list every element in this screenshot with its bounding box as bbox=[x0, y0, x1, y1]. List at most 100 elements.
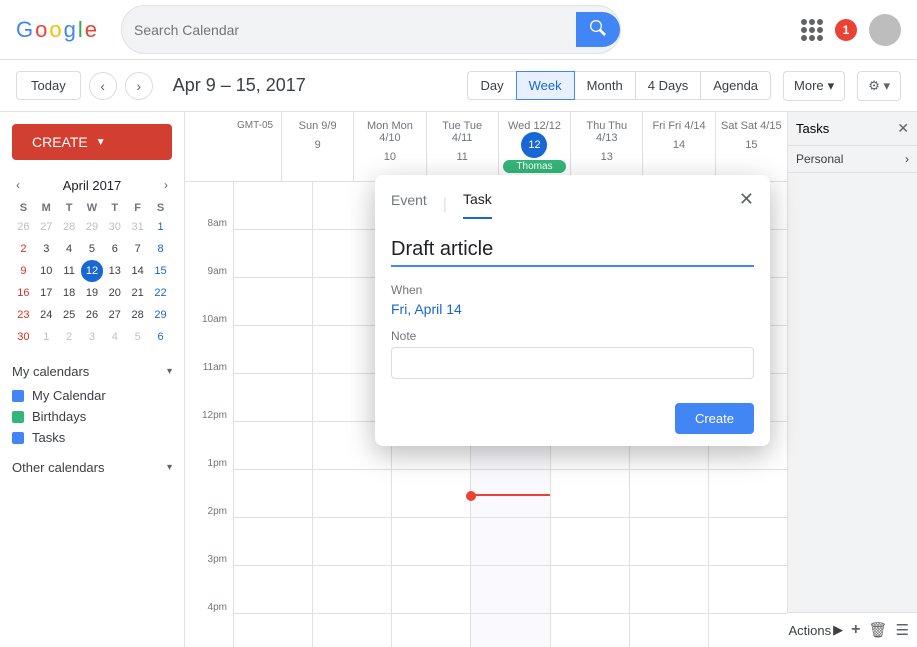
dialog-when-label: When bbox=[391, 283, 754, 297]
mini-cal-day[interactable]: 27 bbox=[103, 304, 126, 326]
calendar-item[interactable]: Tasks bbox=[12, 427, 172, 448]
mini-cal-day[interactable]: 29 bbox=[81, 216, 104, 238]
mini-cal-day[interactable]: 16 bbox=[12, 282, 35, 304]
mini-cal-day[interactable]: 23 bbox=[12, 304, 35, 326]
tab-task[interactable]: Task bbox=[463, 191, 492, 219]
delete-icon[interactable]: 🗑 bbox=[869, 621, 888, 639]
today-number: 12 bbox=[521, 132, 547, 158]
mini-cal-day[interactable]: 14 bbox=[126, 260, 149, 282]
settings-button[interactable]: ⚙ ▾ bbox=[857, 71, 901, 101]
notification-badge[interactable]: 1 bbox=[835, 19, 857, 41]
mini-cal-day[interactable]: 15 bbox=[149, 260, 172, 282]
day-header[interactable]: Fri Fri 4/1414 bbox=[642, 112, 714, 181]
actions-text[interactable]: Actions ▶ bbox=[789, 622, 844, 638]
mini-cal-title[interactable]: April 2017 bbox=[63, 178, 122, 193]
tasks-personal[interactable]: Personal › bbox=[788, 146, 917, 173]
add-task-icon[interactable]: + bbox=[851, 621, 860, 639]
more-button[interactable]: More ▾ bbox=[783, 71, 845, 101]
tab-event[interactable]: Event bbox=[391, 192, 427, 218]
dialog-date[interactable]: Fri, April 14 bbox=[391, 301, 754, 317]
calendar-item[interactable]: My Calendar bbox=[12, 385, 172, 406]
actions-arrow-icon: ▶ bbox=[833, 622, 843, 638]
mini-cal-day[interactable]: 24 bbox=[35, 304, 58, 326]
mini-cal-day[interactable]: 5 bbox=[81, 238, 104, 260]
note-input[interactable] bbox=[391, 347, 754, 379]
mini-cal-day[interactable]: 29 bbox=[149, 304, 172, 326]
apps-icon[interactable] bbox=[801, 19, 823, 41]
mini-cal-day[interactable]: 6 bbox=[149, 326, 172, 348]
tasks-close-button[interactable]: ✕ bbox=[897, 120, 909, 137]
view-week[interactable]: Week bbox=[516, 71, 575, 100]
mini-cal-day[interactable]: 3 bbox=[35, 238, 58, 260]
mini-cal-day[interactable]: 18 bbox=[58, 282, 81, 304]
sidebar: CREATE ▼ ‹ April 2017 › SMTWTFS 26272829… bbox=[0, 112, 185, 647]
day-header[interactable]: Mon Mon 4/1010 bbox=[353, 112, 425, 181]
mini-cal-day[interactable]: 25 bbox=[58, 304, 81, 326]
mini-cal-day[interactable]: 13 bbox=[103, 260, 126, 282]
mini-cal-day[interactable]: 30 bbox=[103, 216, 126, 238]
mini-cal-day[interactable]: 1 bbox=[149, 216, 172, 238]
mini-cal-day[interactable]: 27 bbox=[35, 216, 58, 238]
mini-cal-day[interactable]: 28 bbox=[58, 216, 81, 238]
search-input[interactable] bbox=[134, 22, 576, 38]
create-button[interactable]: CREATE ▼ bbox=[12, 124, 172, 160]
my-calendars-section[interactable]: My calendars ▾ bbox=[12, 364, 172, 379]
mini-cal-day[interactable]: 7 bbox=[126, 238, 149, 260]
calendar-item[interactable]: Birthdays bbox=[12, 406, 172, 427]
view-agenda[interactable]: Agenda bbox=[700, 71, 771, 100]
search-button[interactable] bbox=[576, 12, 620, 47]
day-header[interactable]: Sun 9/99 bbox=[281, 112, 353, 181]
day-header[interactable]: Tue Tue 4/1111 bbox=[426, 112, 498, 181]
next-button[interactable]: › bbox=[125, 72, 153, 100]
mini-cal-day[interactable]: 17 bbox=[35, 282, 58, 304]
mini-cal-day[interactable]: 26 bbox=[12, 216, 35, 238]
avatar[interactable] bbox=[869, 14, 901, 46]
mini-cal-day[interactable]: 10 bbox=[35, 260, 58, 282]
mini-cal-day[interactable]: 6 bbox=[103, 238, 126, 260]
mini-cal-day[interactable]: 22 bbox=[149, 282, 172, 304]
create-event-button[interactable]: Create bbox=[675, 403, 754, 434]
mini-cal-next[interactable]: › bbox=[160, 176, 172, 194]
event-chip[interactable]: Thomas bbox=[503, 160, 566, 173]
view-day[interactable]: Day bbox=[467, 71, 516, 100]
mini-cal-day[interactable]: 19 bbox=[81, 282, 104, 304]
mini-cal-day[interactable]: 11 bbox=[58, 260, 81, 282]
mini-cal-day[interactable]: 5 bbox=[126, 326, 149, 348]
mini-cal-day[interactable]: 26 bbox=[81, 304, 104, 326]
view-4days[interactable]: 4 Days bbox=[635, 71, 701, 100]
day-headers: GMT-05 Sun 9/99Mon Mon 4/1010Tue Tue 4/1… bbox=[185, 112, 787, 182]
mini-cal-day[interactable]: 1 bbox=[35, 326, 58, 348]
mini-cal-day[interactable]: 9 bbox=[12, 260, 35, 282]
mini-cal-day[interactable]: 2 bbox=[58, 326, 81, 348]
view-month[interactable]: Month bbox=[574, 71, 636, 100]
mini-cal-day[interactable]: 4 bbox=[58, 238, 81, 260]
mini-cal-day[interactable]: 4 bbox=[103, 326, 126, 348]
mini-cal-day[interactable]: 21 bbox=[126, 282, 149, 304]
day-column[interactable] bbox=[233, 182, 312, 647]
mini-cal-prev[interactable]: ‹ bbox=[12, 176, 24, 194]
event-title-input[interactable] bbox=[391, 234, 754, 267]
mini-cal-day[interactable]: 31 bbox=[126, 216, 149, 238]
mini-cal-day[interactable]: 12 bbox=[81, 260, 104, 282]
mini-cal-day[interactable]: 20 bbox=[103, 282, 126, 304]
google-logo: Google bbox=[16, 17, 97, 43]
prev-button[interactable]: ‹ bbox=[89, 72, 117, 100]
day-header[interactable]: Sat Sat 4/1515 bbox=[715, 112, 787, 181]
mini-cal-day[interactable]: 2 bbox=[12, 238, 35, 260]
cal-color-dot bbox=[12, 432, 24, 444]
mini-cal-day[interactable]: 28 bbox=[126, 304, 149, 326]
mini-cal-day[interactable]: 30 bbox=[12, 326, 35, 348]
day-header[interactable]: Wed 12/1212Thomas bbox=[498, 112, 570, 181]
mini-cal-day[interactable]: 3 bbox=[81, 326, 104, 348]
quick-event-dialog: Event | Task ✕ When Fri, April 14 Note C… bbox=[375, 175, 770, 446]
dialog-close-button[interactable]: ✕ bbox=[739, 189, 754, 220]
current-time-line bbox=[471, 494, 549, 496]
today-button[interactable]: Today bbox=[16, 71, 81, 100]
day-header[interactable]: Thu Thu 4/1313 bbox=[570, 112, 642, 181]
list-icon[interactable]: ☰ bbox=[896, 621, 909, 639]
date-range: Apr 9 – 15, 2017 bbox=[173, 75, 306, 96]
tasks-panel-header: Tasks ✕ bbox=[788, 112, 917, 146]
other-calendars-section[interactable]: Other calendars ▾ bbox=[12, 460, 172, 475]
mini-cal-day[interactable]: 8 bbox=[149, 238, 172, 260]
tasks-title: Tasks bbox=[796, 121, 829, 136]
